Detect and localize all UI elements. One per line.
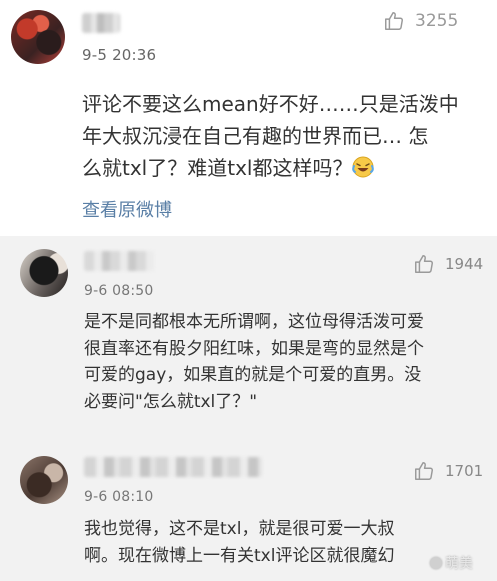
- blurred-username[interactable]: [82, 13, 120, 33]
- comment-timestamp: 9-6 08:50: [84, 283, 154, 299]
- blurred-username[interactable]: [84, 457, 262, 477]
- like-count: 3255: [415, 11, 459, 31]
- like-count: 1701: [445, 462, 484, 480]
- comment-line: 么就txl了？难道txl都这样吗？: [82, 156, 353, 180]
- thumbs-up-icon: [413, 253, 435, 275]
- comment-text: 评论不要这么mean好不好……只是活泼中 年大叔沉浸在自己有趣的世界而已… 怎 …: [82, 88, 459, 187]
- comment-line: 可爱的gay，如果直的就是个可爱的直男。没: [84, 365, 422, 385]
- avatar[interactable]: [20, 249, 68, 297]
- watermark-logo-icon: [430, 557, 442, 569]
- comment-line: 很直率还有股夕阳红味，如果是弯的显然是个: [84, 338, 424, 359]
- view-original-weibo-link[interactable]: 查看原微博: [82, 196, 172, 222]
- thumbs-up-icon: [413, 460, 435, 482]
- thumbs-up-icon: [383, 10, 405, 32]
- avatar[interactable]: [11, 10, 65, 64]
- comment-line: 啊。现在微博上一有关txl评论区就很魔幻: [84, 546, 395, 566]
- comment-text: 我也觉得，这不是txl，就是很可爱一大叔 啊。现在微博上一有关txl评论区就很魔…: [84, 516, 394, 570]
- blurred-username[interactable]: [84, 251, 154, 271]
- comment-text: 是不是同都根本无所谓啊，这位母得活泼可爱 很直率还有股夕阳红味，如果是弯的显然是…: [84, 309, 424, 415]
- watermark-text: 萌美: [445, 556, 473, 572]
- avatar[interactable]: [20, 456, 68, 504]
- watermark: 萌美: [430, 553, 473, 573]
- laughing-crying-emoji: [352, 155, 375, 187]
- like-button[interactable]: 3255: [383, 10, 458, 32]
- like-button[interactable]: 1944: [413, 253, 483, 275]
- comment-line: 年大叔沉浸在自己有趣的世界而已… 怎: [82, 124, 429, 148]
- comment-line: 必要问"怎么就txl了？": [84, 391, 258, 412]
- comment-line: 是不是同都根本无所谓啊，这位母得活泼可爱: [84, 312, 424, 332]
- comment-line: 评论不要这么mean好不好……只是活泼中: [82, 92, 459, 116]
- comment-line: 我也觉得，这不是txl，就是很可爱一大叔: [84, 519, 395, 539]
- like-button[interactable]: 1701: [413, 460, 483, 482]
- comment-timestamp: 9-5 20:36: [82, 46, 157, 64]
- like-count: 1944: [445, 255, 484, 273]
- comment-timestamp: 9-6 08:10: [84, 489, 154, 505]
